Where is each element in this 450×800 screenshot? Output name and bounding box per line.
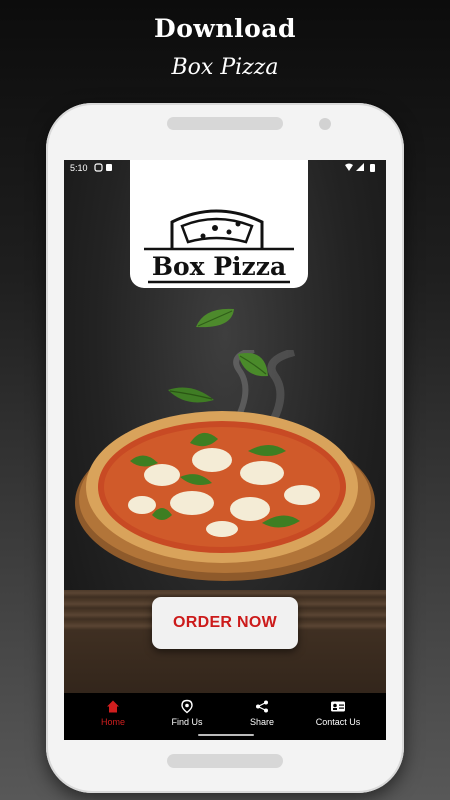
nav-item-share[interactable]: Share bbox=[227, 699, 297, 727]
pizza-image bbox=[75, 411, 375, 581]
nav-label-share: Share bbox=[249, 717, 275, 727]
share-icon bbox=[256, 700, 268, 713]
nav-item-contact-us[interactable]: Contact Us bbox=[303, 699, 373, 727]
home-icon bbox=[107, 700, 119, 713]
home-indicator[interactable] bbox=[198, 734, 254, 736]
wifi-signal-battery-icon bbox=[345, 163, 375, 172]
brand-logo-text: Box Pizza bbox=[151, 252, 287, 281]
phone-frame: 5:10 Box Pizza ORDER NOW Home Find Us Sh… bbox=[46, 103, 404, 793]
location-pin-icon bbox=[181, 699, 193, 714]
order-now-button[interactable]: ORDER NOW bbox=[152, 597, 298, 649]
nav-label-contact-us: Contact Us bbox=[315, 717, 361, 727]
nav-label-home: Home bbox=[100, 717, 125, 727]
promo-title: Download bbox=[154, 14, 296, 43]
app-screen: 5:10 Box Pizza ORDER NOW Home Find Us Sh… bbox=[64, 160, 386, 740]
phone-home-button bbox=[167, 754, 283, 768]
basil-leaf-image bbox=[238, 352, 268, 377]
phone-speaker bbox=[167, 117, 283, 130]
phone-camera bbox=[319, 118, 331, 130]
promo-subtitle: Box Pizza bbox=[171, 55, 279, 80]
signal-battery-icons bbox=[344, 163, 378, 174]
nav-item-home[interactable]: Home bbox=[78, 699, 148, 727]
nav-label-find-us: Find Us bbox=[171, 717, 203, 727]
contact-card-icon bbox=[331, 701, 345, 712]
notification-icons bbox=[94, 163, 116, 174]
nav-item-find-us[interactable]: Find Us bbox=[152, 699, 222, 727]
status-time: 5:10 bbox=[70, 163, 88, 173]
brand-logo-card: Box Pizza bbox=[130, 160, 308, 288]
notification-icon bbox=[94, 163, 112, 172]
basil-leaf-image bbox=[196, 308, 234, 328]
bottom-navigation: Home Find Us Share Contact Us bbox=[64, 693, 386, 740]
